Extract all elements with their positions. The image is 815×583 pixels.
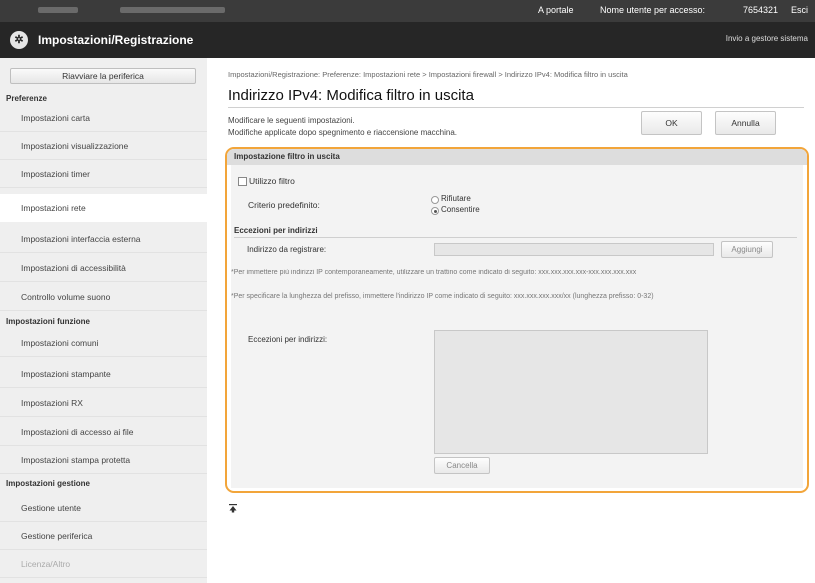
policy-allow-radio[interactable]: [431, 207, 439, 215]
sidebar-item-file-access[interactable]: Impostazioni di accesso ai file: [0, 418, 207, 446]
prefix-format-note: *Per specificare la lunghezza del prefis…: [231, 293, 654, 300]
sidebar-item-common-settings[interactable]: Impostazioni comuni: [0, 329, 207, 357]
address-exceptions-label: Eccezioni per indirizzi:: [248, 335, 328, 344]
use-filter-checkbox[interactable]: [238, 177, 247, 186]
ok-button[interactable]: OK: [641, 111, 702, 135]
main-content: Impostazioni/Registrazione: Preferenze: …: [207, 58, 815, 583]
sidebar-item-sound-volume[interactable]: Controllo volume suono: [0, 283, 207, 311]
login-user-id: 7654321: [743, 5, 779, 15]
policy-reject-radio[interactable]: [431, 196, 439, 204]
default-policy-label: Criterio predefinito:: [248, 200, 320, 210]
app-title-bar: ✲ Impostazioni/Registrazione Invio a ges…: [0, 22, 815, 58]
sidebar-item-display-settings[interactable]: Impostazioni visualizzazione: [0, 132, 207, 160]
policy-allow-label[interactable]: Consentire: [441, 205, 480, 214]
sidebar-item-license-other[interactable]: Licenza/Altro: [0, 550, 207, 578]
breadcrumb: Impostazioni/Registrazione: Preferenze: …: [228, 70, 628, 79]
description-line-1: Modificare le seguenti impostazioni.: [228, 116, 355, 125]
title-divider: [228, 107, 804, 108]
range-format-note: *Per immettere più indirizzi IP contempo…: [231, 269, 637, 276]
page-title: Indirizzo IPv4: Modifica filtro in uscit…: [228, 87, 474, 104]
sidebar: Riavviare la periferica Preferenze Impos…: [0, 58, 207, 583]
sidebar-item-printer-settings[interactable]: Impostazioni stampante: [0, 360, 207, 388]
portal-link[interactable]: A portale: [538, 5, 574, 15]
outbound-filter-panel: Impostazione filtro in uscita Utilizzo f…: [225, 147, 809, 493]
logout-link[interactable]: Esci: [791, 5, 808, 15]
restart-device-button[interactable]: Riavviare la periferica: [10, 68, 196, 84]
sidebar-item-user-management[interactable]: Gestione utente: [0, 494, 207, 522]
sidebar-item-device-management[interactable]: Gestione periferica: [0, 522, 207, 550]
sidebar-section-function-settings: Impostazioni funzione: [6, 317, 90, 326]
address-exceptions-heading: Eccezioni per indirizzi: [234, 226, 318, 235]
device-name-blurred: [38, 7, 78, 13]
sidebar-item-accessibility[interactable]: Impostazioni di accessibilità: [0, 254, 207, 282]
sidebar-item-external-interface[interactable]: Impostazioni interfaccia esterna: [0, 225, 207, 253]
sidebar-section-management-settings: Impostazioni gestione: [6, 479, 91, 488]
sidebar-item-secure-print[interactable]: Impostazioni stampa protetta: [0, 446, 207, 474]
panel-header: Impostazione filtro in uscita: [227, 149, 807, 165]
address-input[interactable]: [434, 243, 714, 256]
top-status-bar: A portale Nome utente per accesso: 76543…: [0, 0, 815, 22]
description-line-2: Modifiche applicate dopo spegnimento e r…: [228, 128, 458, 137]
address-to-register-label: Indirizzo da registrare:: [247, 245, 327, 254]
sidebar-item-rx-settings[interactable]: Impostazioni RX: [0, 389, 207, 417]
login-user-label: Nome utente per accesso:: [600, 5, 706, 15]
cancel-button[interactable]: Annulla: [715, 111, 776, 135]
add-button[interactable]: Aggiungi: [721, 241, 773, 258]
use-filter-label[interactable]: Utilizzo filtro: [249, 176, 295, 186]
sidebar-item-paper-settings[interactable]: Impostazioni carta: [0, 104, 207, 132]
delete-button[interactable]: Cancella: [434, 457, 490, 474]
app-title: Impostazioni/Registrazione: [38, 33, 194, 47]
sidebar-item-network-settings[interactable]: Impostazioni rete: [0, 194, 207, 222]
send-to-admin-link[interactable]: Invio a gestore sistema: [726, 34, 808, 43]
back-to-top-icon[interactable]: [228, 503, 238, 513]
sidebar-section-preferences: Preferenze: [6, 94, 47, 103]
device-info-blurred: [120, 7, 225, 13]
brand-globe-icon: ✲: [10, 31, 28, 49]
section-divider: [234, 237, 797, 238]
sidebar-item-timer-settings[interactable]: Impostazioni timer: [0, 160, 207, 188]
address-exceptions-list[interactable]: [434, 330, 708, 454]
policy-reject-label[interactable]: Rifiutare: [441, 194, 471, 203]
panel-body: Utilizzo filtro Criterio predefinito: Ri…: [231, 165, 803, 488]
